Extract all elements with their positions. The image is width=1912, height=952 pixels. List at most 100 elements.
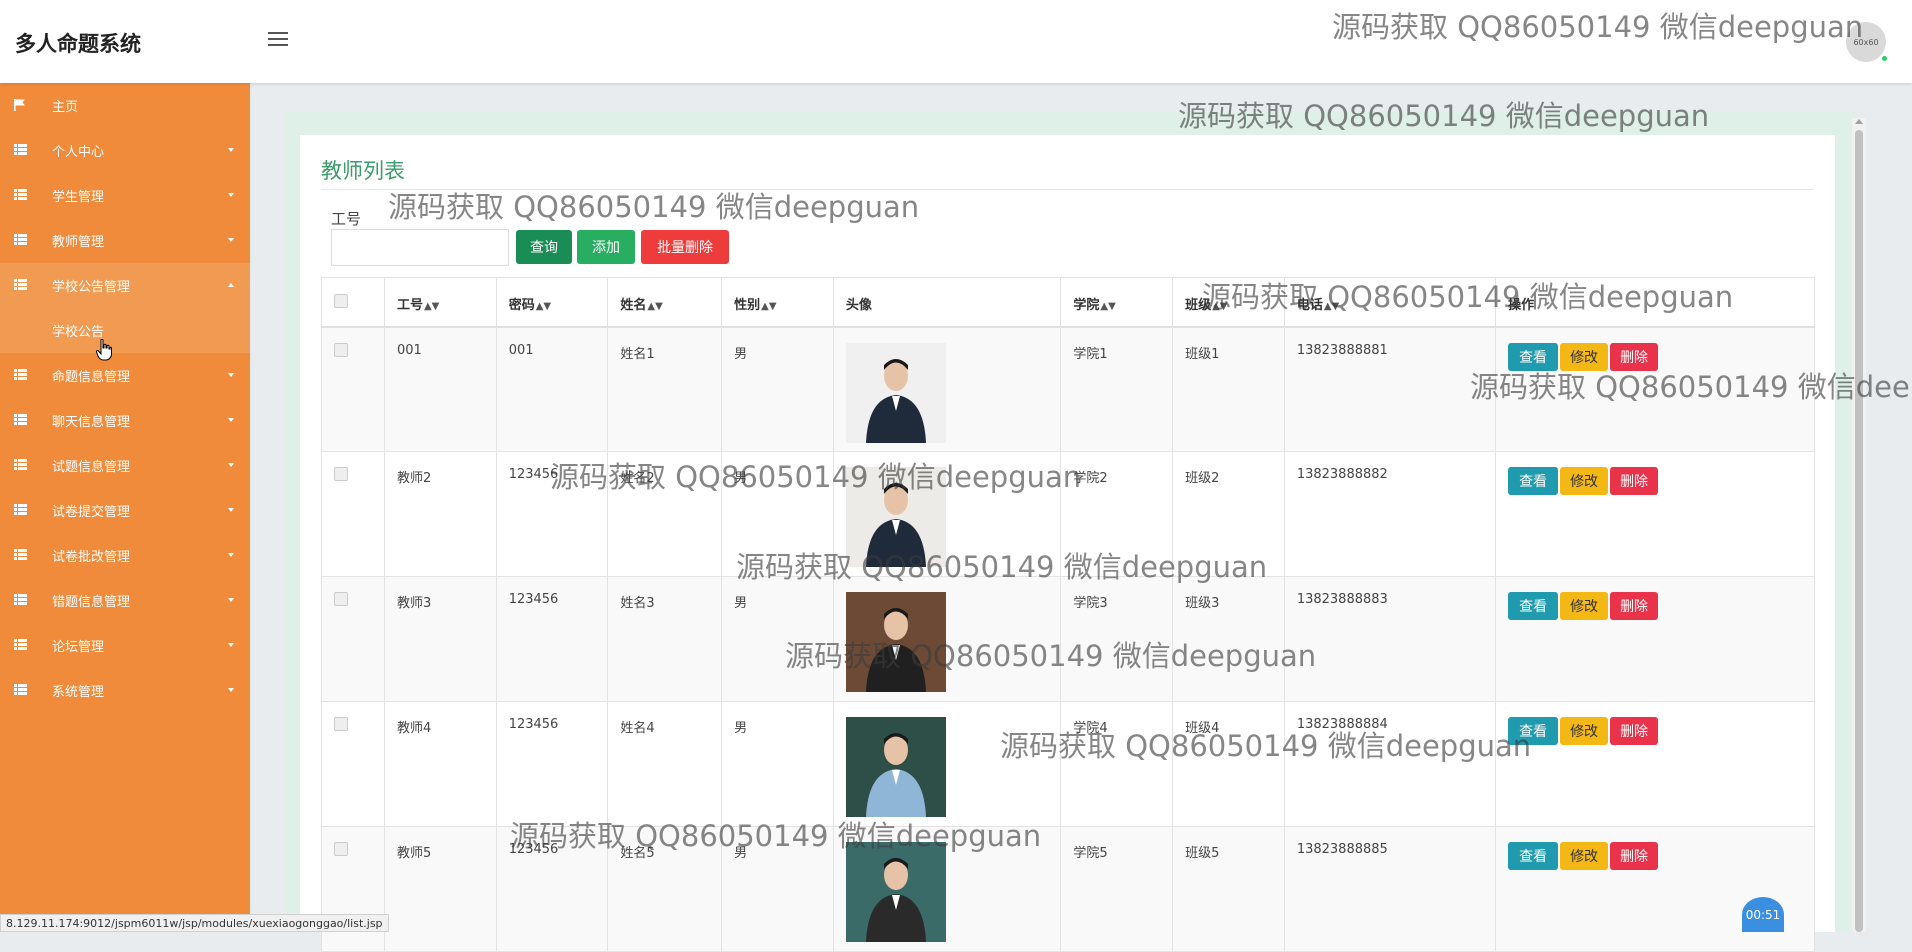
sidebar-item[interactable]: 试卷提交管理 <box>0 488 250 533</box>
cell-gender: 男 <box>721 826 834 952</box>
delete-button[interactable]: 删除 <box>1610 717 1659 745</box>
cell-name: 姓名3 <box>607 576 723 702</box>
sidebar-item-label: 教师管理 <box>52 235 105 250</box>
row-checkbox-cell <box>321 326 385 452</box>
column-header: 头像 <box>832 277 1062 328</box>
column-header[interactable]: 密码▲▼ <box>495 277 609 328</box>
scrollbar-thumb[interactable] <box>1855 130 1863 932</box>
view-button[interactable]: 查看 <box>1508 342 1559 371</box>
column-header[interactable]: 性别▲▼ <box>721 277 834 328</box>
sidebar-item-label: 学校公告管理 <box>52 280 131 295</box>
sidebar-item-label: 命题信息管理 <box>52 370 131 385</box>
sidebar-item[interactable]: 错题信息管理 <box>0 578 250 623</box>
delete-button[interactable]: 删除 <box>1610 842 1659 870</box>
cell-photo <box>832 451 1062 577</box>
sidebar-item[interactable]: 论坛管理 <box>0 623 250 668</box>
caret-down-icon <box>228 373 234 377</box>
teacher-photo <box>845 592 946 692</box>
column-header[interactable]: 班级▲▼ <box>1172 277 1285 328</box>
row-checkbox[interactable] <box>334 592 348 606</box>
grid-icon <box>14 369 27 380</box>
cell-college: 学院4 <box>1060 701 1174 827</box>
caret-down-icon <box>228 598 234 602</box>
column-header-label: 姓名 <box>620 298 647 313</box>
sort-icon: ▲▼ <box>423 301 440 312</box>
sidebar-item[interactable]: 个人中心 <box>0 128 250 173</box>
sidebar-item[interactable]: 系统管理 <box>0 668 250 713</box>
row-checkbox[interactable] <box>334 842 348 856</box>
cell-class: 班级5 <box>1172 826 1285 952</box>
teacher-photo <box>845 717 946 817</box>
cell-gender: 男 <box>721 701 834 827</box>
column-header-label: 密码 <box>508 298 535 313</box>
view-button[interactable]: 查看 <box>1508 467 1559 495</box>
edit-button[interactable]: 修改 <box>1560 467 1609 495</box>
sidebar-item[interactable]: 聊天信息管理 <box>0 398 250 443</box>
column-header[interactable]: 姓名▲▼ <box>607 277 723 328</box>
search-label: 工号 <box>331 210 362 228</box>
sidebar-subitem[interactable]: 学校公告 <box>0 308 250 353</box>
row-checkbox[interactable] <box>334 717 348 731</box>
cell-id: 教师4 <box>383 701 497 827</box>
sidebar-item-label: 主页 <box>52 100 79 115</box>
search-input[interactable] <box>331 229 509 266</box>
caret-down-icon <box>228 508 234 512</box>
cell-id: 教师5 <box>383 826 497 952</box>
cell-class: 班级1 <box>1172 326 1285 452</box>
sidebar-item-label: 错题信息管理 <box>52 595 131 610</box>
column-header: 操作 <box>1495 277 1815 328</box>
add-button[interactable]: 添加 <box>577 230 635 264</box>
sidebar-item-label: 论坛管理 <box>52 640 105 655</box>
column-header[interactable]: 学院▲▼ <box>1060 277 1174 328</box>
view-button[interactable]: 查看 <box>1508 842 1559 870</box>
view-button[interactable]: 查看 <box>1508 717 1559 745</box>
select-all-checkbox[interactable] <box>334 294 348 308</box>
cell-class: 班级4 <box>1172 701 1285 827</box>
column-header-label: 班级 <box>1185 298 1212 313</box>
table-header-row: 工号▲▼ 密码▲▼ 姓名▲▼ 性别▲▼ 头像 学院▲▼ 班级▲▼ 电话▲▼ 操作 <box>321 277 1815 328</box>
cell-class: 班级2 <box>1172 451 1285 577</box>
grid-icon <box>14 144 27 155</box>
view-button[interactable]: 查看 <box>1508 592 1559 620</box>
cell-class: 班级3 <box>1172 576 1285 702</box>
delete-button[interactable]: 删除 <box>1610 342 1659 371</box>
edit-button[interactable]: 修改 <box>1560 592 1609 620</box>
cell-password: 123456 <box>495 451 609 577</box>
sidebar-item[interactable]: 教师管理 <box>0 218 250 263</box>
status-bar-url: 8.129.11.174:9012/jspm6011w/jsp/modules/… <box>0 914 389 932</box>
grid-icon <box>14 639 27 650</box>
edit-button[interactable]: 修改 <box>1560 717 1609 745</box>
sidebar-item[interactable]: 试题信息管理 <box>0 443 250 488</box>
cell-actions: 查看 修改 删除 <box>1495 576 1815 702</box>
sidebar-item[interactable]: 学生管理 <box>0 173 250 218</box>
cell-gender: 男 <box>721 326 834 452</box>
cell-actions: 查看 修改 删除 <box>1495 826 1815 952</box>
caret-down-icon <box>228 238 234 242</box>
sidebar-item-label: 试卷提交管理 <box>52 505 131 520</box>
column-header[interactable]: 工号▲▼ <box>383 277 497 328</box>
sidebar-item[interactable]: 学校公告管理 <box>0 263 250 308</box>
cell-phone: 13823888882 <box>1283 451 1497 577</box>
cell-password: 123456 <box>495 826 609 952</box>
cell-photo <box>832 701 1062 827</box>
scroll-up-arrow-icon[interactable] <box>1855 119 1863 124</box>
sort-icon: ▲▼ <box>761 301 777 312</box>
menu-toggle-icon[interactable] <box>268 32 288 48</box>
sidebar-item-label: 系统管理 <box>52 685 105 700</box>
sidebar-item[interactable]: 命题信息管理 <box>0 353 250 398</box>
query-button[interactable]: 查询 <box>516 230 572 264</box>
sidebar-item[interactable]: 试卷批改管理 <box>0 533 250 578</box>
edit-button[interactable]: 修改 <box>1560 842 1609 870</box>
row-checkbox-cell <box>321 451 385 577</box>
row-checkbox[interactable] <box>334 342 348 357</box>
title-divider <box>321 189 1814 190</box>
row-checkbox[interactable] <box>334 467 348 481</box>
delete-button[interactable]: 删除 <box>1610 467 1659 495</box>
delete-button[interactable]: 删除 <box>1610 592 1659 620</box>
sidebar-item[interactable]: 主页 <box>0 83 250 128</box>
column-header[interactable]: 电话▲▼ <box>1283 277 1497 328</box>
cell-photo <box>832 326 1062 452</box>
batch-delete-button[interactable]: 批量删除 <box>641 230 729 264</box>
edit-button[interactable]: 修改 <box>1560 342 1609 371</box>
avatar[interactable]: 60x60 <box>1846 22 1886 62</box>
